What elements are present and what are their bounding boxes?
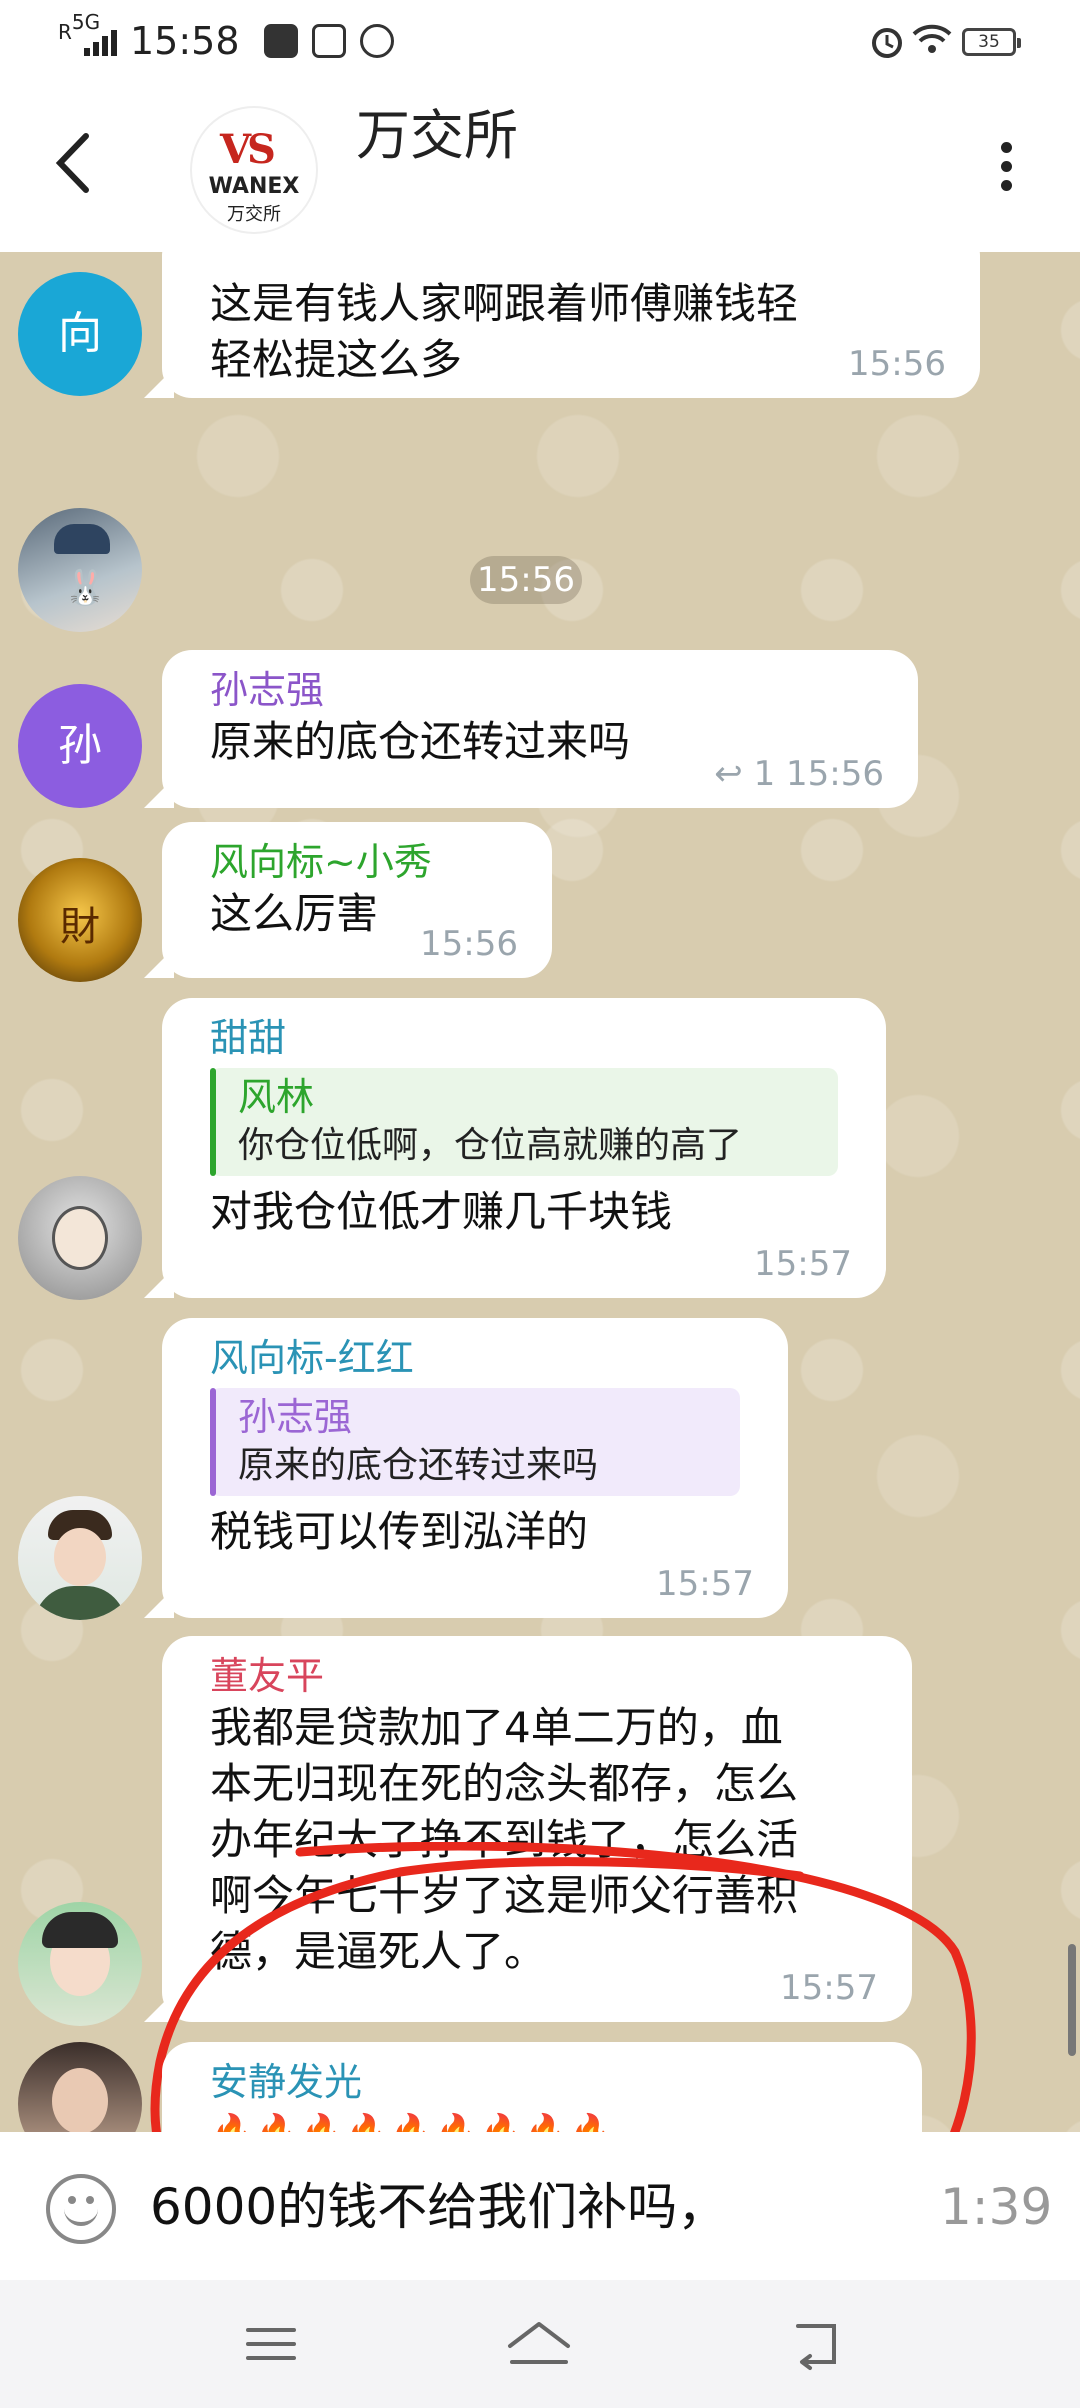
app-notification-icon bbox=[312, 24, 346, 58]
emoji-icon[interactable] bbox=[46, 2174, 116, 2244]
message-time: 15:56 bbox=[470, 556, 582, 604]
message-bubble[interactable]: 风向标-红红 孙志强 原来的底仓还转过来吗 税钱可以传到泓洋的 15:57 bbox=[162, 1318, 788, 1618]
more-options-icon[interactable] bbox=[996, 142, 1016, 202]
message-meta: ↩ 1 15:56 bbox=[714, 754, 884, 794]
avatar[interactable] bbox=[18, 1176, 142, 1300]
back-icon[interactable] bbox=[784, 2316, 854, 2372]
avatar[interactable]: 孙 bbox=[18, 684, 142, 808]
avatar-letter: 孙 bbox=[58, 720, 102, 771]
avatar[interactable] bbox=[18, 2042, 142, 2132]
message-time: 15:56 bbox=[420, 924, 518, 964]
back-arrow-icon[interactable] bbox=[48, 128, 98, 198]
message-line: 本无归现在死的念头都存，怎么 bbox=[210, 1759, 799, 1808]
home-icon[interactable] bbox=[504, 2316, 574, 2372]
message-line: 我都是贷款加了4单二万的，血 bbox=[210, 1703, 783, 1752]
sender-name: 董友平 bbox=[210, 1654, 325, 1698]
wifi-icon bbox=[912, 24, 952, 53]
avatar-face bbox=[54, 1528, 106, 1586]
avatar-hair bbox=[42, 1912, 118, 1948]
message-time: 15:56 bbox=[848, 344, 946, 384]
avatar[interactable] bbox=[18, 1496, 142, 1620]
sender-name: 孙志强 bbox=[210, 668, 325, 712]
chat-area[interactable]: 向 这是有钱人家啊跟着师傅赚钱轻 轻松提这么多 15:56 🐰 👍👍👍 15:5… bbox=[0, 252, 1080, 2132]
quote-bar bbox=[210, 1388, 216, 1496]
logo-brand-cn: 万交所 bbox=[227, 204, 281, 225]
sender-name: 甜甜 bbox=[210, 1016, 287, 1060]
message-bubble[interactable]: 安静发光 🔥🔥🔥🔥🔥🔥🔥🔥🔥 bbox=[162, 2042, 922, 2132]
avatar[interactable]: 財 bbox=[18, 858, 142, 982]
signal-icon bbox=[84, 30, 117, 56]
message-line: 这是有钱人家啊跟着师傅赚钱轻 bbox=[210, 279, 799, 328]
alarm-icon bbox=[872, 28, 902, 58]
avatar-body bbox=[34, 1586, 126, 1620]
avatar[interactable]: 向 bbox=[18, 272, 142, 396]
recording-time: 1:39 bbox=[940, 2178, 1053, 2236]
avatar-letter: 向 bbox=[58, 308, 102, 359]
avatar-hat bbox=[54, 524, 110, 554]
message-time: 15:57 bbox=[656, 1564, 754, 1604]
message-text: 这是有钱人家啊跟着师傅赚钱轻 轻松提这么多 bbox=[210, 252, 932, 388]
quote-bar bbox=[210, 1068, 216, 1176]
message-line: 轻松提这么多 bbox=[210, 335, 463, 384]
sender-name: 安静发光 bbox=[210, 2060, 363, 2104]
avatar-rabbit-icon: 🐰 bbox=[64, 568, 107, 608]
message-bubble[interactable]: 孙志强 原来的底仓还转过来吗 ↩ 1 15:56 bbox=[162, 650, 918, 808]
logo-brand: WANEX bbox=[208, 174, 300, 199]
message-bubble[interactable]: 这是有钱人家啊跟着师傅赚钱轻 轻松提这么多 15:56 bbox=[162, 252, 980, 398]
battery-icon: 35 bbox=[962, 28, 1021, 56]
message-input[interactable]: 6000的钱不给我们补吗， bbox=[150, 2176, 727, 2238]
avatar-face bbox=[52, 2068, 108, 2132]
quoted-text: 原来的底仓还转过来吗 bbox=[238, 1445, 599, 1486]
reply-count: 1 bbox=[753, 754, 776, 794]
quoted-message[interactable]: 孙志强 原来的底仓还转过来吗 bbox=[210, 1388, 740, 1496]
message-notification-icon bbox=[264, 24, 298, 58]
message-time: 15:57 bbox=[754, 1244, 852, 1284]
status-bar: R5G 15:58 35 bbox=[0, 0, 1080, 86]
message-input-bar: 6000的钱不给我们补吗， 1:39 bbox=[0, 2132, 1080, 2280]
chat-header: VS WANEX 万交所 万交所 bbox=[0, 86, 1080, 252]
quoted-sender: 风林 bbox=[238, 1075, 315, 1119]
group-avatar-logo[interactable]: VS WANEX 万交所 bbox=[192, 108, 316, 232]
reply-icon: ↩ bbox=[714, 754, 743, 794]
menu-icon[interactable] bbox=[236, 2316, 306, 2372]
message-time: 15:56 bbox=[786, 754, 884, 794]
message-bubble[interactable]: 甜甜 #q4:before{background:#2da52d;} 风林 你仓… bbox=[162, 998, 886, 1298]
message-emoji: 🔥🔥🔥🔥🔥🔥🔥🔥🔥 bbox=[210, 2106, 874, 2132]
scrollbar[interactable] bbox=[1068, 1944, 1076, 2056]
avatar-cartoon-face bbox=[52, 1206, 108, 1270]
logo-mark: VS bbox=[220, 126, 276, 173]
message-bubble[interactable]: 风向标~小秀 这么厉害 15:56 bbox=[162, 822, 552, 978]
system-nav-bar bbox=[0, 2280, 1080, 2408]
quoted-sender: 孙志强 bbox=[238, 1395, 353, 1439]
avatar[interactable]: 🐰 bbox=[18, 508, 142, 632]
sender-name: 风向标~小秀 bbox=[210, 840, 432, 884]
quoted-message[interactable]: #q4:before{background:#2da52d;} 风林 你仓位低啊… bbox=[210, 1068, 838, 1176]
avatar-fortune-icon: 財 bbox=[60, 904, 100, 950]
quoted-text: 你仓位低啊，仓位高就赚的高了 bbox=[238, 1125, 743, 1166]
message-text: 对我仓位低才赚几千块钱 bbox=[210, 1187, 673, 1236]
sender-name: 风向标-红红 bbox=[210, 1336, 414, 1380]
status-time: 15:58 bbox=[130, 19, 240, 63]
message-text: 税钱可以传到泓洋的 bbox=[210, 1507, 589, 1556]
link-notification-icon bbox=[360, 24, 394, 58]
avatar[interactable] bbox=[18, 1902, 142, 2026]
chat-title[interactable]: 万交所 bbox=[356, 104, 518, 168]
